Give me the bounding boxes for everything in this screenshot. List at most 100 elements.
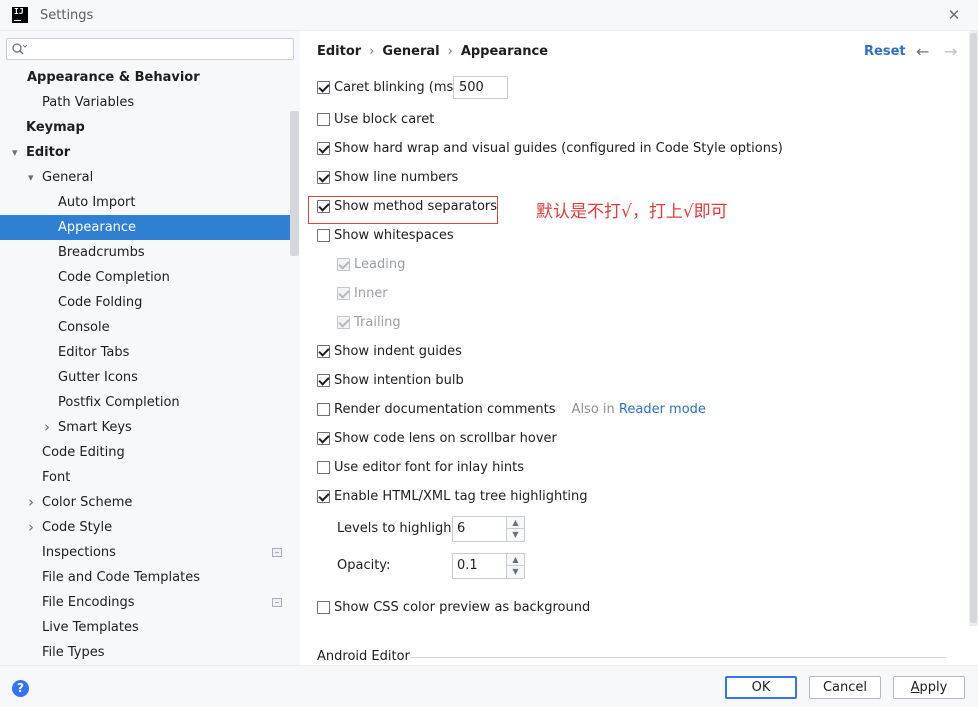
opacity-value: 0.1: [457, 558, 478, 573]
line-numbers-label: Show line numbers: [334, 170, 459, 185]
sidebar-item-breadcrumbs[interactable]: Breadcrumbs: [0, 240, 290, 265]
sidebar-item-label: Appearance & Behavior: [27, 70, 200, 85]
breadcrumb: Editor › General › Appearance: [317, 44, 548, 59]
sidebar-item-label: Console: [58, 320, 110, 335]
sidebar-item-code-editing[interactable]: Code Editing: [0, 440, 290, 465]
title-bar: IJ Settings ✕: [0, 0, 978, 31]
opacity-spinner[interactable]: 0.1 ▲ ▼: [452, 553, 525, 579]
sidebar-item-file-and-code-templates[interactable]: File and Code Templates: [0, 565, 290, 590]
sidebar-item-color-scheme[interactable]: › Color Scheme: [0, 490, 290, 515]
apply-button[interactable]: Apply: [893, 676, 965, 699]
method-separators-checkbox[interactable]: [317, 200, 330, 213]
sidebar-item-general[interactable]: ▾ General: [0, 165, 290, 190]
settings-sidebar: Appearance & Behavior Path Variables Keyma…: [0, 31, 300, 665]
css-preview-checkbox[interactable]: [317, 601, 330, 614]
trailing-checkbox[interactable]: [337, 316, 350, 329]
sidebar-item-auto-import[interactable]: Auto Import: [0, 190, 290, 215]
sidebar-item-label: Editor: [26, 145, 71, 160]
help-icon[interactable]: ?: [12, 680, 29, 697]
sidebar-item-font[interactable]: Font: [0, 465, 290, 490]
cancel-button[interactable]: Cancel: [809, 676, 881, 699]
chevron-right-icon[interactable]: ›: [28, 490, 38, 515]
sidebar-item-label: Auto Import: [58, 195, 136, 210]
sidebar-item-console[interactable]: Console: [0, 315, 290, 340]
sidebar-item-appearance-behavior[interactable]: Appearance & Behavior: [0, 65, 290, 90]
ok-button[interactable]: OK: [725, 676, 797, 699]
sidebar-item-label: Postfix Completion: [58, 395, 180, 410]
caret-blinking-field[interactable]: 500: [453, 76, 508, 99]
intention-bulb-checkbox[interactable]: [317, 374, 330, 387]
chevron-right-icon[interactable]: ›: [44, 415, 54, 440]
render-docs-checkbox[interactable]: [317, 403, 330, 416]
css-preview-label: Show CSS color preview as background: [334, 600, 591, 615]
sidebar-item-label: Code Editing: [42, 445, 125, 460]
sidebar-item-label: File Encodings: [42, 595, 135, 610]
sidebar-item-file-encodings[interactable]: File Encodings: [0, 590, 290, 615]
code-lens-checkbox[interactable]: [317, 432, 330, 445]
back-arrow-icon[interactable]: ←: [916, 42, 929, 61]
line-numbers-checkbox[interactable]: [317, 171, 330, 184]
sidebar-item-smart-keys[interactable]: › Smart Keys: [0, 415, 290, 440]
sidebar-item-gutter-icons[interactable]: Gutter Icons: [0, 365, 290, 390]
breadcrumb-separator: ›: [369, 44, 375, 59]
sidebar-item-postfix-completion[interactable]: Postfix Completion: [0, 390, 290, 415]
forward-arrow-icon[interactable]: →: [944, 42, 957, 61]
sidebar-item-file-types[interactable]: File Types: [0, 640, 290, 665]
spinner-down-icon[interactable]: ▼: [507, 529, 524, 541]
project-settings-icon: [272, 548, 282, 557]
sidebar-item-live-templates[interactable]: Live Templates: [0, 615, 290, 640]
sidebar-item-code-completion[interactable]: Code Completion: [0, 265, 290, 290]
reset-link[interactable]: Reset: [864, 44, 906, 59]
sidebar-item-inspections[interactable]: Inspections: [0, 540, 290, 565]
sidebar-item-editor-tabs[interactable]: Editor Tabs: [0, 340, 290, 365]
sidebar-item-label: File Types: [42, 645, 105, 660]
leading-checkbox[interactable]: [337, 258, 350, 271]
breadcrumb-appearance: Appearance: [460, 44, 549, 59]
chevron-down-icon[interactable]: ▾: [28, 165, 38, 190]
sidebar-item-label: Path Variables: [42, 95, 135, 110]
levels-spinner-buttons: ▲ ▼: [506, 517, 524, 541]
content-scrollbar[interactable]: [969, 31, 978, 626]
spinner-down-icon[interactable]: ▼: [507, 566, 524, 578]
close-icon[interactable]: ✕: [946, 7, 962, 23]
method-separators-label: Show method separators: [334, 199, 498, 214]
block-caret-checkbox[interactable]: [317, 113, 330, 126]
sidebar-item-code-folding[interactable]: Code Folding: [0, 290, 290, 315]
sidebar-item-label: Code Completion: [58, 270, 170, 285]
caret-blinking-checkbox[interactable]: [317, 81, 330, 94]
apply-label: pply: [919, 680, 948, 695]
sidebar-item-label: Font: [42, 470, 71, 485]
inlay-font-checkbox[interactable]: [317, 461, 330, 474]
levels-value: 6: [457, 521, 466, 536]
sidebar-scrollbar[interactable]: [290, 111, 299, 256]
levels-spinner[interactable]: 6 ▲ ▼: [452, 516, 525, 542]
inner-checkbox[interactable]: [337, 287, 350, 300]
chevron-right-icon[interactable]: ›: [28, 515, 38, 540]
sidebar-item-keymap[interactable]: Keymap: [0, 115, 290, 140]
sidebar-item-code-style[interactable]: › Code Style: [0, 515, 290, 540]
inner-label: Inner: [354, 286, 388, 301]
render-docs-text: Render documentation comments: [334, 402, 556, 417]
search-input[interactable]: [6, 38, 294, 60]
indent-guides-checkbox[interactable]: [317, 345, 330, 358]
option-caret-blinking: Caret blinking (ms): 500: [317, 76, 617, 99]
whitespaces-label: Show whitespaces: [334, 228, 454, 243]
sidebar-item-label: Keymap: [26, 120, 85, 135]
also-in-text: Also in: [571, 402, 615, 417]
content-scrollbar-thumb[interactable]: [970, 33, 977, 623]
section-divider: [410, 657, 947, 658]
spinner-up-icon[interactable]: ▲: [507, 517, 524, 529]
sidebar-item-appearance[interactable]: Appearance: [0, 215, 290, 240]
chevron-down-icon[interactable]: ▾: [12, 140, 22, 165]
sidebar-item-label: General: [42, 170, 94, 185]
tag-tree-checkbox[interactable]: [317, 490, 330, 503]
sidebar-item-editor[interactable]: ▾ Editor: [0, 140, 290, 165]
annotation-note: 默认是不打√，打上√即可: [536, 202, 728, 222]
spinner-up-icon[interactable]: ▲: [507, 554, 524, 566]
sidebar-item-label: Color Scheme: [42, 495, 133, 510]
search-icon: [12, 43, 27, 55]
sidebar-item-path-variables[interactable]: Path Variables: [0, 90, 290, 115]
whitespaces-checkbox[interactable]: [317, 229, 330, 242]
reader-mode-link[interactable]: Reader mode: [619, 402, 706, 417]
hard-wrap-checkbox[interactable]: [317, 142, 330, 155]
